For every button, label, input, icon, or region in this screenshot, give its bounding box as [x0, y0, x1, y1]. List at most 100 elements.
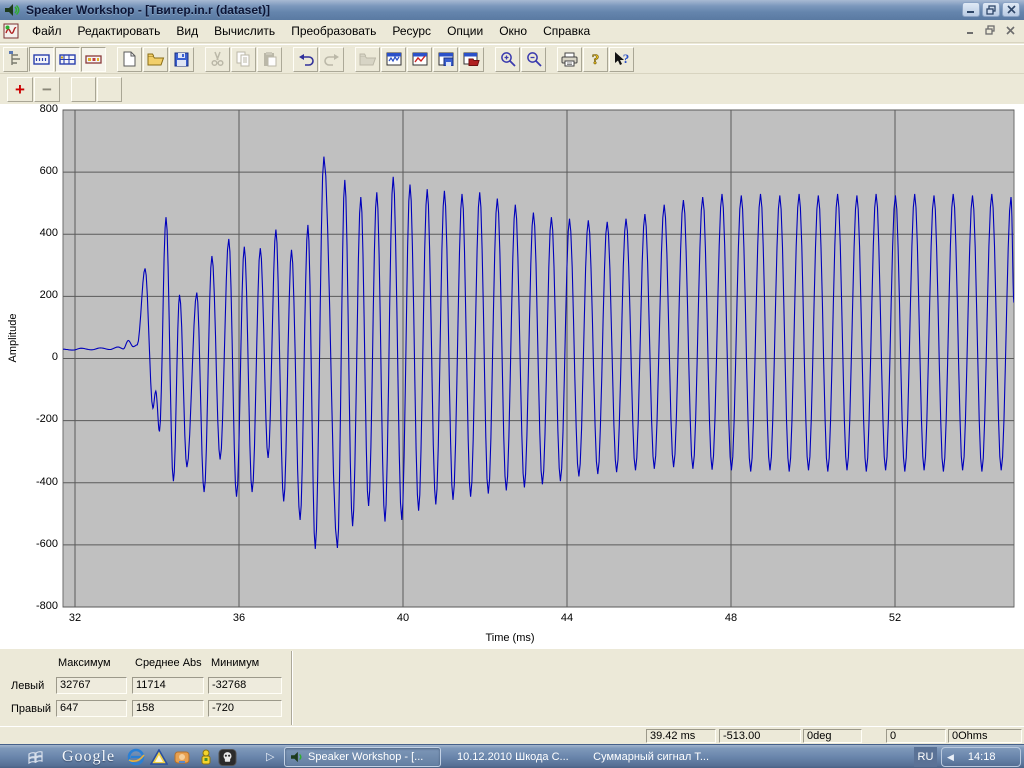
- copy-icon: [236, 51, 251, 67]
- blank-button-2[interactable]: [97, 76, 122, 102]
- undo-button[interactable]: [293, 46, 318, 72]
- chart-window-icon: [386, 52, 402, 66]
- print-button[interactable]: [557, 46, 582, 72]
- status-ohms: 0Ohms: [948, 729, 1022, 743]
- menu-resource[interactable]: Ресурс: [384, 21, 439, 41]
- skull-app-icon[interactable]: [218, 748, 237, 766]
- delphi-triangle-icon[interactable]: [149, 748, 168, 766]
- close-icon: [1006, 5, 1016, 14]
- menu-calculate[interactable]: Вычислить: [206, 21, 283, 41]
- menu-transform[interactable]: Преобразовать: [283, 21, 384, 41]
- zoom-toolbar: + −: [0, 73, 1024, 104]
- windows-flag-icon[interactable]: [26, 748, 45, 766]
- title-bar: Speaker Workshop - [Твитер.in.r (dataset…: [0, 0, 1024, 20]
- value-bar-button[interactable]: [81, 46, 106, 72]
- mdi-close-button[interactable]: [1002, 23, 1018, 37]
- main-toolbar: ??: [0, 44, 1024, 73]
- tree-view-button[interactable]: [3, 46, 28, 72]
- save-icon: [174, 52, 189, 67]
- mdi-minimize-button[interactable]: [962, 23, 978, 37]
- close-button[interactable]: [1002, 2, 1020, 17]
- decrease-button[interactable]: −: [34, 76, 60, 102]
- chart-folder-button[interactable]: [459, 46, 484, 72]
- open-folder-icon: [147, 52, 165, 66]
- language-indicator[interactable]: RU: [914, 747, 937, 767]
- cut-button: [205, 46, 230, 72]
- stats-panel: Максимум Среднее Abs Минимум Левый 32767…: [0, 648, 1024, 726]
- right-avg-value: 158: [132, 700, 204, 717]
- context-help-button[interactable]: ?: [609, 46, 634, 72]
- speaker-task-icon: [291, 751, 302, 763]
- increase-button[interactable]: +: [7, 76, 33, 102]
- orange-app-icon[interactable]: [172, 748, 191, 766]
- internet-explorer-icon[interactable]: [126, 748, 145, 766]
- minimize-button[interactable]: [962, 2, 980, 17]
- new-document-icon: [123, 51, 136, 67]
- notebook-grid-button[interactable]: [55, 46, 80, 72]
- minimize-icon: [967, 11, 974, 13]
- qip-yellow-icon[interactable]: [196, 748, 215, 766]
- waveform-chart: Amplitude Time (ms) 800 600 400 200 0 -2…: [0, 103, 1024, 648]
- restore-icon: [985, 4, 996, 15]
- new-document-button[interactable]: [117, 46, 142, 72]
- status-degrees: 0deg: [803, 729, 862, 743]
- task-summary-signal[interactable]: Суммарный сигнал Т...: [584, 747, 714, 767]
- task-label: Суммарный сигнал Т...: [593, 751, 709, 763]
- y-tick-400: 400: [39, 227, 58, 239]
- task-label: 10.12.2010 Шкода С...: [457, 751, 569, 763]
- mdi-restore-icon: [984, 25, 995, 35]
- stats-row-right-label: Правый: [11, 703, 52, 715]
- y-tick-m200: -200: [35, 413, 58, 425]
- menu-file[interactable]: Файл: [24, 21, 70, 41]
- chart-save-icon: [438, 52, 454, 66]
- taskbar: Google ▷ Speaker Workshop - [... 10.12.2…: [0, 744, 1024, 768]
- task-folder-shkoda[interactable]: 10.12.2010 Шкода С...: [448, 747, 573, 767]
- chart-window-button[interactable]: [381, 46, 406, 72]
- menu-help[interactable]: Справка: [535, 21, 598, 41]
- restore-button[interactable]: [982, 2, 1000, 17]
- zoom-in-button[interactable]: [495, 46, 520, 72]
- task-label: Speaker Workshop - [...: [308, 751, 424, 763]
- stats-header-min: Минимум: [211, 657, 260, 669]
- redo-button: [319, 46, 344, 72]
- y-tick-m800: -800: [35, 600, 58, 612]
- context-help-icon: ?: [613, 51, 630, 67]
- zoom-out-button[interactable]: [521, 46, 546, 72]
- help-icon: ?: [590, 51, 601, 67]
- right-min-value: -720: [208, 700, 282, 717]
- paste-button: [257, 46, 282, 72]
- chart-line-icon: [412, 52, 428, 66]
- chart-plot-area[interactable]: [0, 104, 1024, 648]
- quicklaunch-more-chevron[interactable]: ▷: [266, 750, 274, 763]
- notebook-bar-button[interactable]: [29, 46, 54, 72]
- menu-edit[interactable]: Редактировать: [70, 21, 169, 41]
- left-avg-value: 11714: [132, 677, 204, 694]
- chart-save-button[interactable]: [433, 46, 458, 72]
- window-title: Speaker Workshop - [Твитер.in.r (dataset…: [26, 3, 270, 17]
- save-button[interactable]: [169, 46, 194, 72]
- menu-options[interactable]: Опции: [439, 21, 491, 41]
- task-speaker-workshop[interactable]: Speaker Workshop - [...: [284, 747, 441, 767]
- tray-hide-icons-arrow[interactable]: ◀: [947, 752, 954, 763]
- notebook-bar-icon: [33, 53, 50, 66]
- cut-icon: [211, 51, 224, 67]
- import-chart-icon: [359, 52, 376, 66]
- left-max-value: 32767: [56, 677, 127, 694]
- stats-row-left-label: Левый: [11, 680, 45, 692]
- open-folder-button[interactable]: [143, 46, 168, 72]
- status-bar: 39.42 ms -513.00 0deg 0 0Ohms: [0, 726, 1024, 744]
- chart-line-button[interactable]: [407, 46, 432, 72]
- y-tick-200: 200: [39, 289, 58, 301]
- x-tick-48: 48: [724, 612, 738, 624]
- plus-icon: +: [15, 79, 25, 99]
- print-icon: [561, 52, 578, 67]
- y-tick-m600: -600: [35, 538, 58, 550]
- svg-text:?: ?: [592, 52, 600, 67]
- minus-icon: −: [42, 79, 52, 99]
- menu-view[interactable]: Вид: [168, 21, 206, 41]
- help-button[interactable]: ?: [583, 46, 608, 72]
- mdi-restore-button[interactable]: [982, 23, 998, 37]
- blank-button-1[interactable]: [71, 76, 96, 102]
- google-deskbar-logo[interactable]: Google: [62, 748, 115, 766]
- menu-window[interactable]: Окно: [491, 21, 535, 41]
